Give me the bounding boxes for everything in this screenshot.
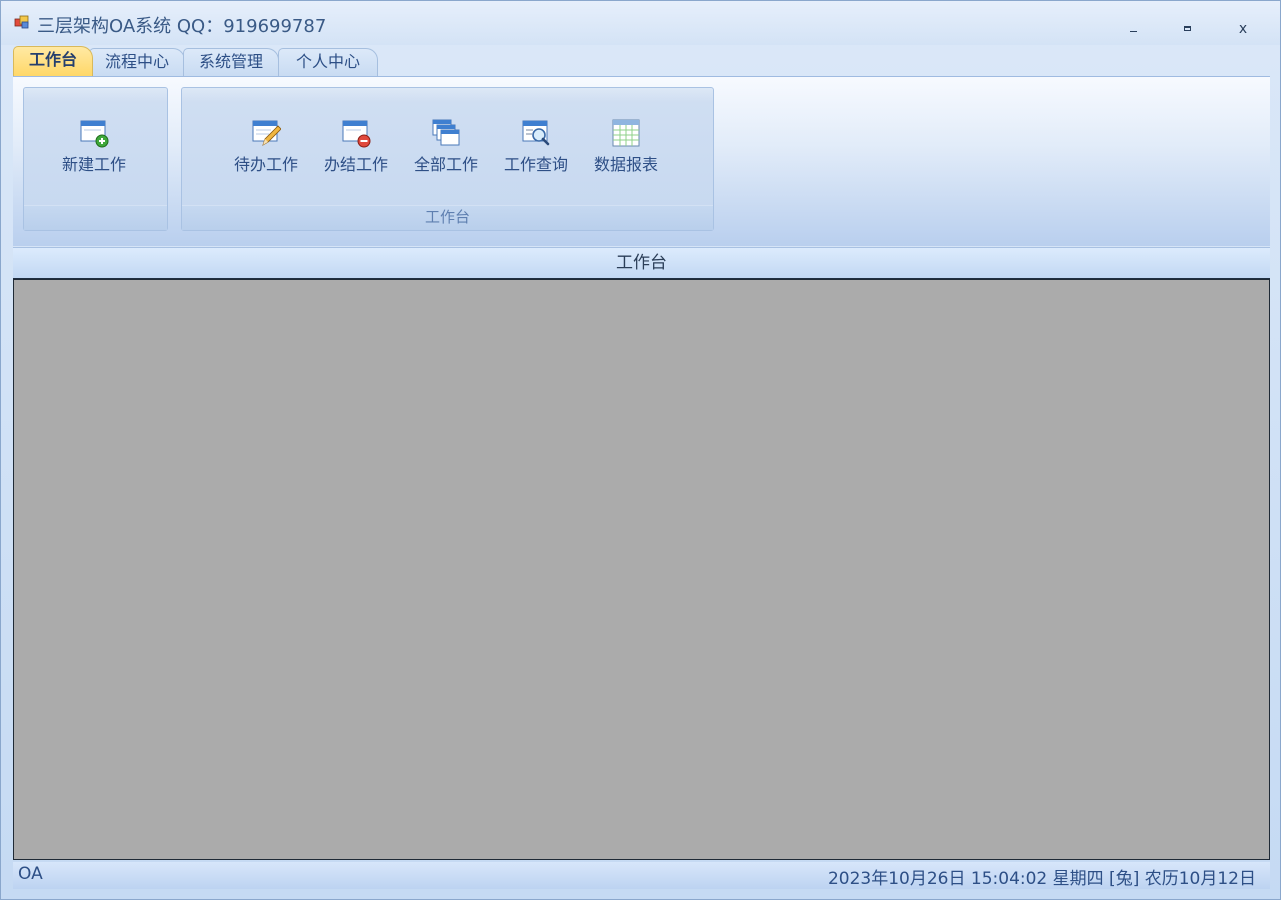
all-work-button[interactable]: 全部工作 (403, 118, 489, 174)
todo-work-label: 待办工作 (233, 155, 298, 174)
all-work-icon (432, 119, 460, 146)
group-caption (24, 205, 167, 230)
content-header: 工作台 (13, 247, 1270, 279)
data-report-label: 数据报表 (593, 155, 658, 174)
minimize-icon (1130, 31, 1137, 32)
group-caption-workbench: 工作台 (182, 205, 713, 230)
data-report-button[interactable]: 数据报表 (583, 118, 669, 174)
mdi-content-area[interactable] (13, 279, 1270, 860)
todo-work-icon (252, 120, 281, 146)
ribbon-group-workbench: 待办工作 办结工作 全部工作 工作查询 数据报表 工作台 (181, 87, 714, 231)
tab-personal-center[interactable]: 个人中心 (278, 48, 378, 77)
work-query-icon (522, 120, 550, 146)
status-datetime: 2023年10月26日 15:04:02 星期四 [兔] 农历10月12日 (827, 869, 1256, 889)
minimize-button[interactable] (1122, 17, 1146, 41)
status-bar: OA 2023年10月26日 15:04:02 星期四 [兔] 农历10月12日 (13, 862, 1270, 889)
new-work-icon (80, 120, 109, 148)
close-icon: x (1238, 21, 1248, 37)
tab-workbench[interactable]: 工作台 (13, 46, 93, 77)
completed-work-icon (342, 120, 371, 148)
completed-work-label: 办结工作 (323, 155, 388, 174)
data-report-icon (612, 119, 640, 147)
todo-work-button[interactable]: 待办工作 (223, 118, 309, 174)
ribbon-group-new: 新建工作 (23, 87, 168, 231)
ribbon-tabs: 流程中心 系统管理 个人中心 工作台 (13, 46, 1270, 77)
all-work-label: 全部工作 (413, 155, 478, 174)
work-query-label: 工作查询 (503, 155, 568, 174)
ribbon-panel: 新建工作 待办工作 办结工作 全部工作 工作查询 数据报表 工作台 (13, 76, 1270, 246)
new-work-label: 新建工作 (61, 155, 126, 174)
tab-workflow-center[interactable]: 流程中心 (89, 48, 185, 77)
close-button[interactable]: x (1231, 17, 1255, 41)
new-work-button[interactable]: 新建工作 (51, 118, 137, 174)
work-query-button[interactable]: 工作查询 (493, 118, 579, 174)
content-title: 工作台 (616, 253, 667, 273)
tab-system-management[interactable]: 系统管理 (183, 48, 279, 77)
app-icon (14, 15, 29, 29)
main-window: 三层架构OA系统 QQ：919699787 x 流程中心 系统管理 个人中心 工… (0, 0, 1281, 900)
status-app-name: OA (18, 864, 43, 884)
maximize-button[interactable] (1176, 17, 1200, 41)
completed-work-button[interactable]: 办结工作 (313, 118, 399, 174)
window-title: 三层架构OA系统 QQ：919699787 (37, 16, 327, 37)
maximize-icon (1184, 26, 1191, 31)
title-bar[interactable]: 三层架构OA系统 QQ：919699787 x (1, 1, 1280, 45)
